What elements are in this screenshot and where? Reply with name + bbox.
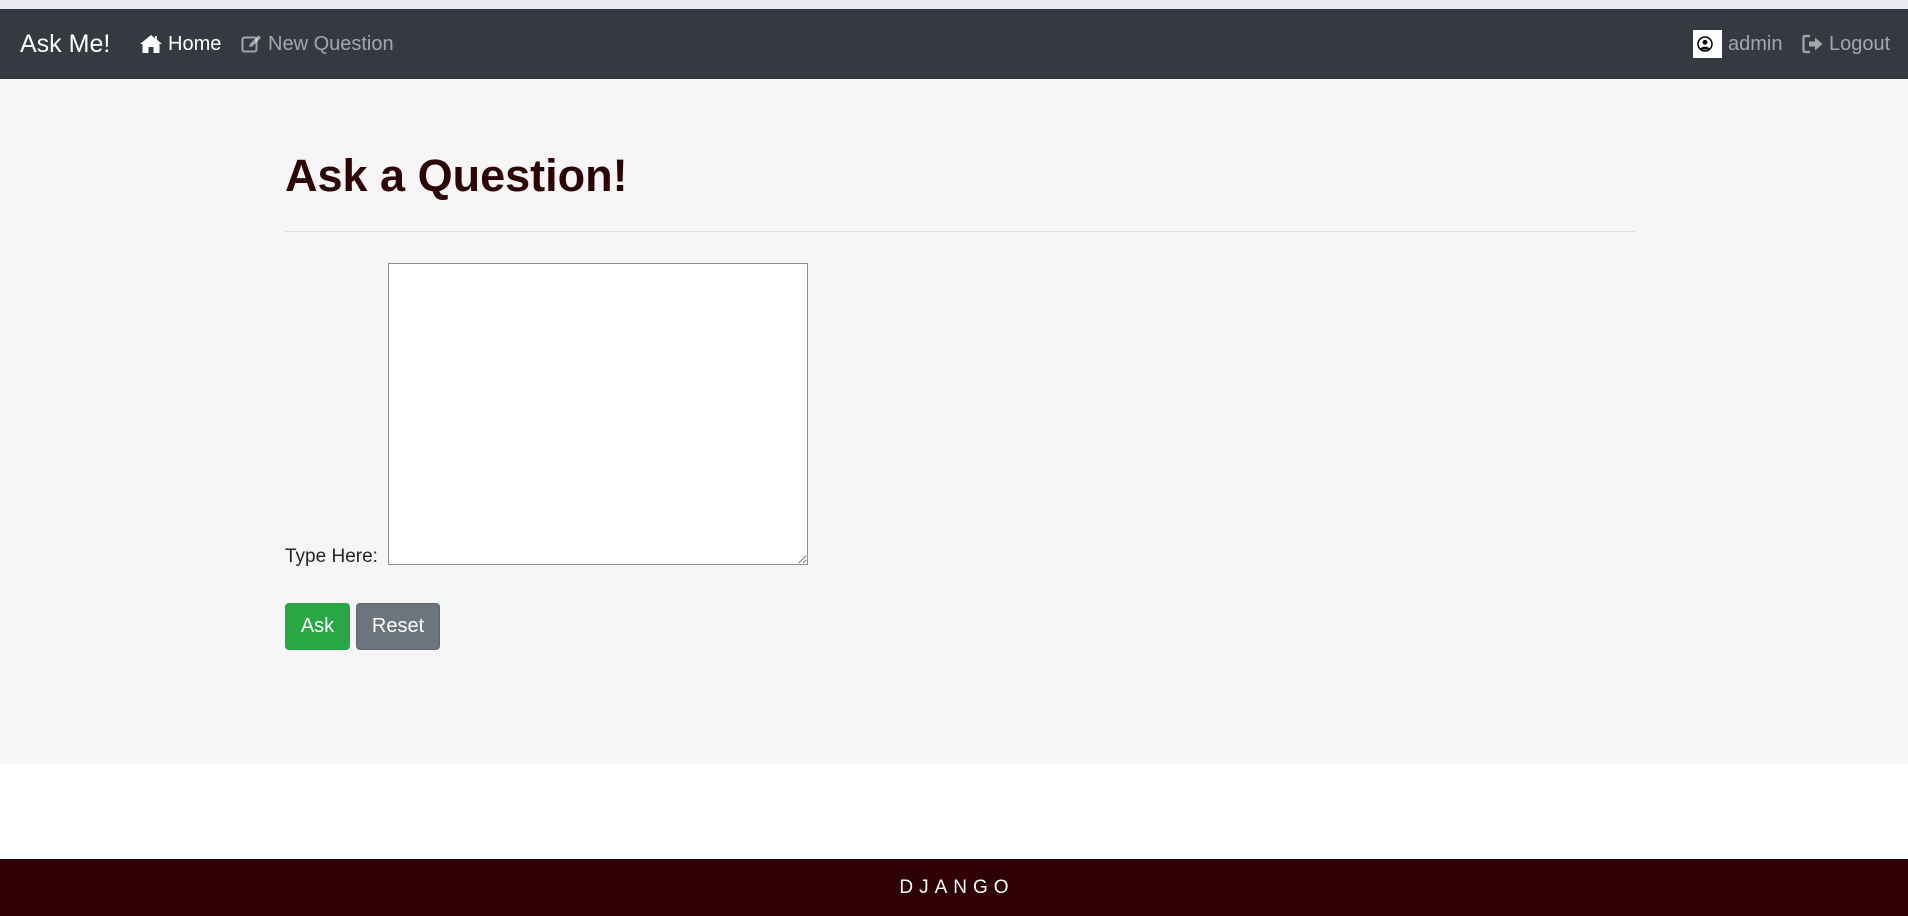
nav-user-label: admin (1728, 33, 1783, 55)
page-title: Ask a Question! (285, 150, 628, 201)
browser-top-strip (0, 0, 1908, 9)
sign-out-icon (1802, 34, 1823, 54)
question-textarea[interactable] (388, 263, 808, 565)
nav-new-question-link[interactable]: New Question (241, 32, 394, 56)
nav-logout-link[interactable]: Logout (1802, 32, 1890, 56)
reset-button[interactable]: Reset (356, 603, 440, 650)
edit-icon (241, 35, 261, 53)
user-avatar (1693, 30, 1722, 58)
navbar-brand[interactable]: Ask Me! (20, 30, 110, 58)
question-field-label: Type Here: (285, 546, 378, 567)
nav-home-label: Home (168, 33, 222, 55)
home-icon (140, 35, 162, 53)
title-divider (285, 231, 1635, 232)
footer-text: DJANGO (899, 876, 1015, 898)
page-footer: DJANGO (0, 859, 1908, 916)
nav-home-link[interactable]: Home (139, 32, 221, 56)
nav-logout-label: Logout (1829, 33, 1891, 55)
top-navbar: Ask Me! Home New Question admin Logout (0, 9, 1908, 79)
nav-new-question-label: New Question (268, 33, 394, 55)
user-circle-icon (1697, 36, 1713, 52)
nav-user-link[interactable]: admin (1693, 30, 1782, 58)
ask-button[interactable]: Ask (285, 603, 350, 650)
